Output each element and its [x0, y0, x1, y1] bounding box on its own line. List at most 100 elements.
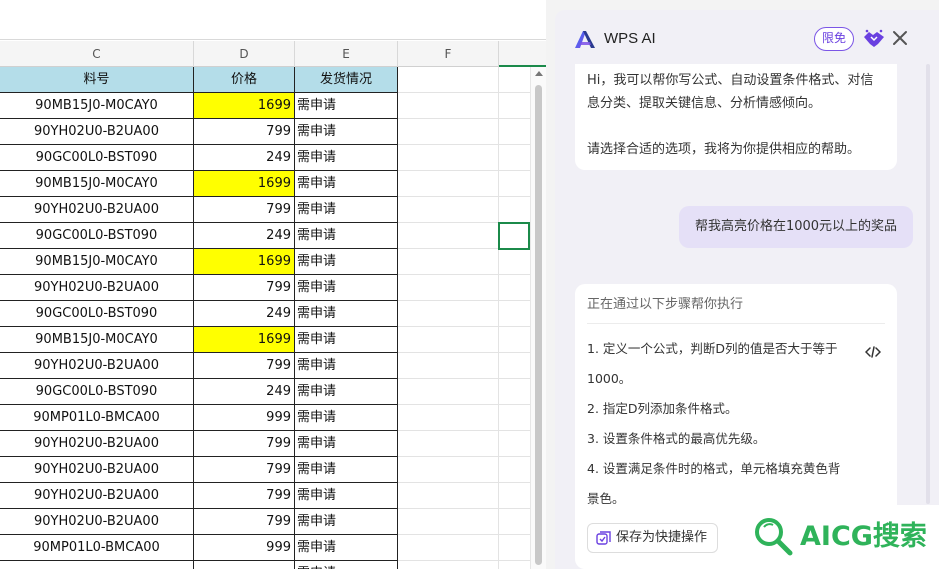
shipping-cell[interactable]: 需申请 [295, 249, 398, 275]
part-no-cell[interactable]: 90YH02U0-B2UA00 [0, 457, 194, 483]
cell[interactable] [499, 483, 530, 509]
price-cell[interactable]: 249 [194, 379, 295, 405]
selected-cell[interactable] [498, 222, 530, 250]
shipping-cell[interactable]: 需申请 [295, 301, 398, 327]
cell[interactable] [499, 119, 530, 145]
shipping-cell[interactable]: 需申请 [295, 171, 398, 197]
cell[interactable] [499, 561, 530, 569]
column-header-f[interactable]: F [398, 41, 499, 67]
free-badge[interactable]: 限免 [814, 27, 854, 51]
cell[interactable] [398, 223, 499, 249]
cell[interactable] [398, 145, 499, 171]
cell[interactable] [499, 171, 530, 197]
price-cell[interactable]: 1699 [194, 327, 295, 353]
part-no-cell[interactable]: 90YH02U0-B2UA00 [0, 119, 194, 145]
price-cell[interactable]: 1699 [194, 249, 295, 275]
price-cell[interactable]: 799 [194, 483, 295, 509]
cell[interactable] [398, 353, 499, 379]
shipping-cell[interactable]: 需申请 [295, 431, 398, 457]
shipping-cell[interactable]: 需申请 [295, 483, 398, 509]
save-as-shortcut-button[interactable]: 保存为快捷操作 [587, 523, 719, 553]
shipping-cell[interactable]: 需申请 [295, 535, 398, 561]
part-no-cell[interactable]: 90YH02U0-B2UA00 [0, 275, 194, 301]
price-cell[interactable]: 999 [194, 405, 295, 431]
part-no-cell[interactable]: 90MB15J0-M0CAY0 [0, 93, 194, 119]
shipping-cell[interactable]: 需申请 [295, 197, 398, 223]
cell[interactable] [398, 171, 499, 197]
part-no-cell[interactable]: 90MP01L0-BMCA00 [0, 535, 194, 561]
cell[interactable] [499, 405, 530, 431]
handshake-icon[interactable] [863, 29, 885, 49]
cell[interactable] [499, 535, 530, 561]
cell[interactable] [398, 379, 499, 405]
part-no-cell[interactable]: 90GC00L0-BST090 [0, 223, 194, 249]
cell[interactable] [499, 379, 530, 405]
part-no-cell[interactable] [0, 561, 194, 569]
cell[interactable] [398, 405, 499, 431]
cell[interactable] [499, 509, 530, 535]
cell[interactable] [398, 457, 499, 483]
formula-bar[interactable] [0, 0, 546, 40]
part-no-cell[interactable]: 90YH02U0-B2UA00 [0, 197, 194, 223]
cell[interactable] [499, 353, 530, 379]
cell[interactable] [499, 431, 530, 457]
shipping-cell[interactable]: 需申请 [295, 457, 398, 483]
column-header-c[interactable]: C [0, 41, 194, 67]
header-cell-price[interactable]: 价格 [194, 67, 295, 93]
part-no-cell[interactable]: 90MP01L0-BMCA00 [0, 405, 194, 431]
price-cell[interactable]: 1699 [194, 93, 295, 119]
header-cell-part-no[interactable]: 料号 [0, 67, 194, 93]
price-cell[interactable]: 799 [194, 275, 295, 301]
price-cell[interactable]: 799 [194, 457, 295, 483]
vertical-scrollbar[interactable] [530, 67, 546, 569]
price-cell[interactable]: 799 [194, 197, 295, 223]
cell[interactable] [398, 249, 499, 275]
header-cell-shipping[interactable]: 发货情况 [295, 67, 398, 93]
price-cell[interactable]: 249 [194, 301, 295, 327]
cell[interactable] [398, 197, 499, 223]
column-header-g[interactable] [499, 41, 546, 67]
cell[interactable] [499, 275, 530, 301]
part-no-cell[interactable]: 90GC00L0-BST090 [0, 301, 194, 327]
shipping-cell[interactable]: 需申请 [295, 327, 398, 353]
cell[interactable] [499, 93, 530, 119]
part-no-cell[interactable]: 90YH02U0-B2UA00 [0, 483, 194, 509]
shipping-cell[interactable]: 需申请 [295, 561, 398, 569]
cell[interactable] [499, 457, 530, 483]
cell[interactable] [398, 431, 499, 457]
price-cell[interactable]: 799 [194, 353, 295, 379]
price-cell[interactable] [194, 561, 295, 569]
column-header-e[interactable]: E [295, 41, 398, 67]
price-cell[interactable]: 799 [194, 509, 295, 535]
price-cell[interactable]: 249 [194, 223, 295, 249]
cell[interactable] [398, 93, 499, 119]
cell[interactable] [398, 67, 499, 93]
price-cell[interactable]: 1699 [194, 171, 295, 197]
part-no-cell[interactable]: 90MB15J0-M0CAY0 [0, 249, 194, 275]
cell[interactable] [499, 197, 530, 223]
part-no-cell[interactable]: 90GC00L0-BST090 [0, 379, 194, 405]
shipping-cell[interactable]: 需申请 [295, 275, 398, 301]
price-cell[interactable]: 999 [194, 535, 295, 561]
part-no-cell[interactable]: 90MB15J0-M0CAY0 [0, 327, 194, 353]
scrollbar-thumb[interactable] [535, 85, 542, 565]
cell[interactable] [398, 301, 499, 327]
cell[interactable] [499, 249, 530, 275]
cell[interactable] [398, 561, 499, 569]
shipping-cell[interactable]: 需申请 [295, 223, 398, 249]
cell[interactable] [398, 327, 499, 353]
price-cell[interactable]: 799 [194, 431, 295, 457]
cell[interactable] [398, 509, 499, 535]
shipping-cell[interactable]: 需申请 [295, 509, 398, 535]
cell[interactable] [398, 535, 499, 561]
shipping-cell[interactable]: 需申请 [295, 379, 398, 405]
shipping-cell[interactable]: 需申请 [295, 119, 398, 145]
column-header-d[interactable]: D [194, 41, 295, 67]
part-no-cell[interactable]: 90YH02U0-B2UA00 [0, 431, 194, 457]
cell[interactable] [499, 145, 530, 171]
code-icon[interactable] [865, 344, 881, 360]
shipping-cell[interactable]: 需申请 [295, 353, 398, 379]
cell[interactable] [499, 327, 530, 353]
part-no-cell[interactable]: 90YH02U0-B2UA00 [0, 353, 194, 379]
panel-scrollbar[interactable] [925, 64, 931, 504]
